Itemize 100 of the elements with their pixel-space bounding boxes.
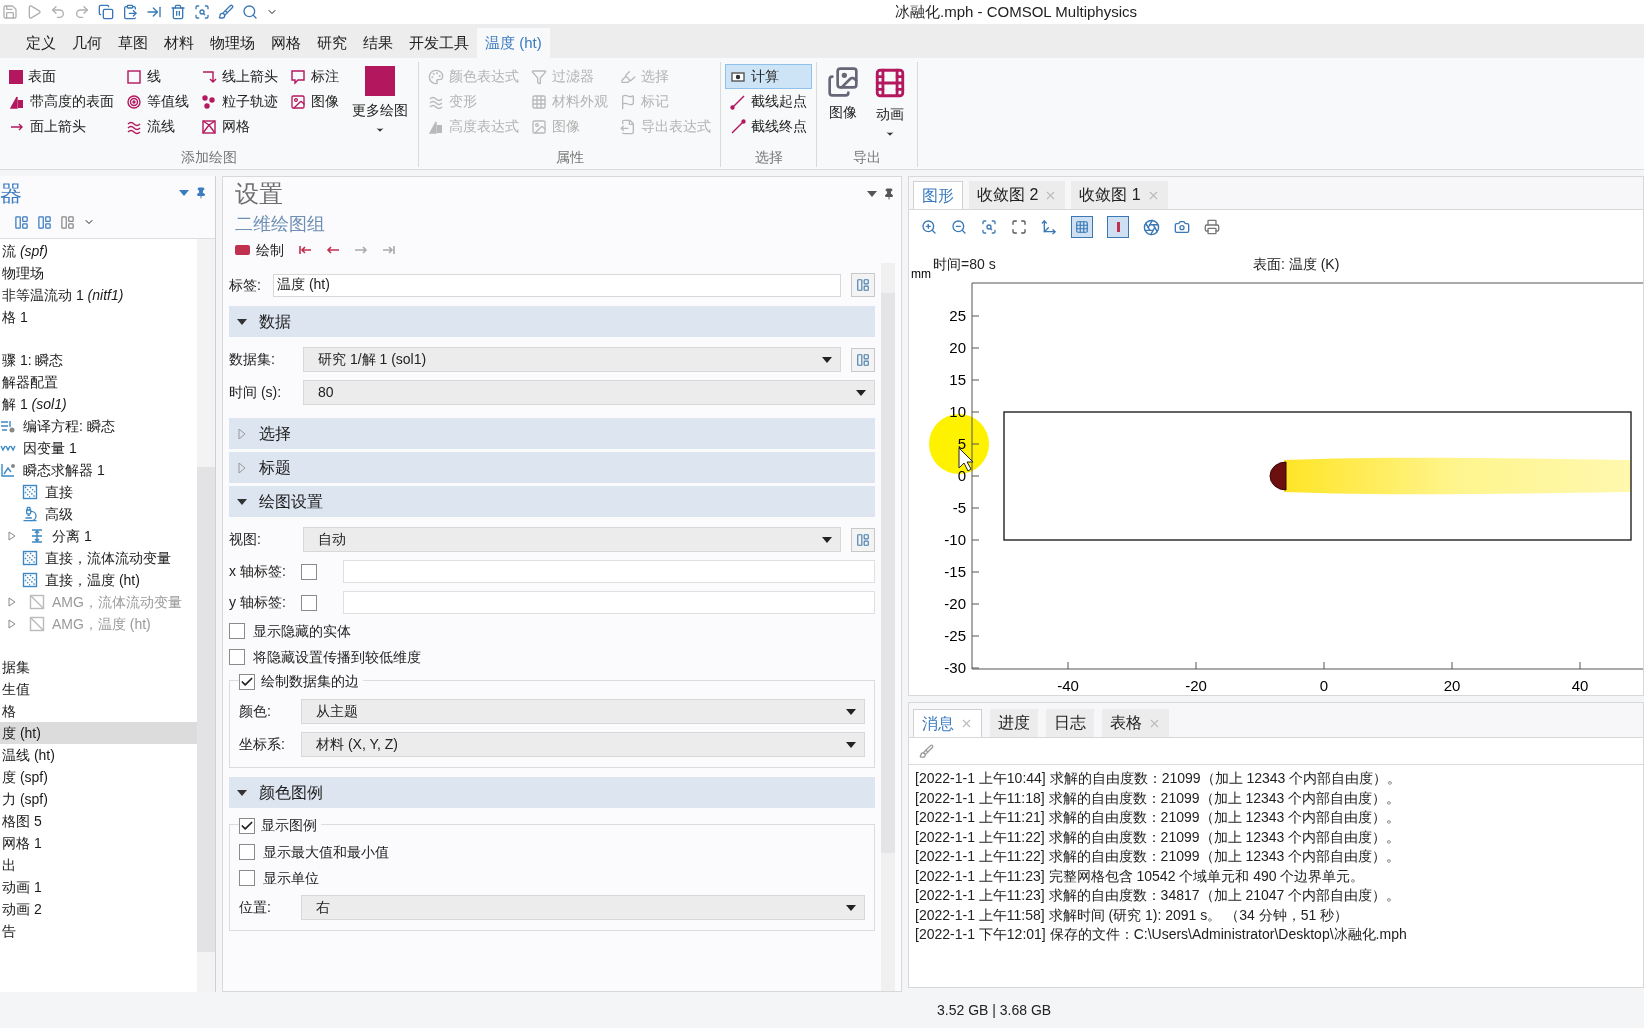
toolbar-icon[interactable]	[170, 4, 186, 20]
tree-item[interactable]: 告	[0, 920, 197, 942]
tree-item[interactable]: 生值	[0, 678, 197, 700]
toolbar-icon[interactable]	[98, 4, 114, 20]
dropdown[interactable]: 研究 1/解 1 (sol1)	[303, 347, 841, 372]
toolbar-icon[interactable]	[2, 4, 18, 20]
camera-icon[interactable]	[1174, 219, 1190, 235]
zoom-box-icon[interactable]	[981, 219, 997, 235]
ribbon-button[interactable]: 动画	[867, 64, 913, 147]
tab[interactable]: 图形	[913, 181, 963, 209]
scrollbar[interactable]	[881, 263, 895, 991]
toolbar-icon[interactable]	[14, 214, 29, 230]
tree-item[interactable]: 直接，温度 (ht)	[0, 569, 197, 591]
checkbox[interactable]	[239, 673, 255, 690]
expand-arrow-icon[interactable]	[237, 428, 247, 439]
menu-tab[interactable]: 温度 (ht)	[477, 28, 550, 58]
tab[interactable]: 表格	[1102, 709, 1169, 737]
collapse-arrow-icon[interactable]	[237, 316, 247, 327]
tree-item[interactable]: 动画 1	[0, 876, 197, 898]
tree-item[interactable]: 度 (ht)	[0, 722, 197, 744]
tree-item[interactable]: 力 (spf)	[0, 788, 197, 810]
tree-item[interactable]: 分离 1	[0, 525, 197, 547]
dropdown[interactable]: 自动	[303, 527, 841, 552]
section-header[interactable]: 绘图设置	[229, 486, 875, 517]
checkbox[interactable]	[229, 623, 245, 639]
menu-tab[interactable]: 物理场	[202, 28, 263, 58]
toolbar-icon[interactable]	[60, 214, 75, 230]
menu-tab[interactable]: 结果	[355, 28, 401, 58]
pin-icon[interactable]	[883, 188, 895, 200]
checkbox[interactable]	[239, 870, 255, 886]
input-field[interactable]	[343, 591, 875, 614]
toolbar-icon[interactable]	[37, 214, 52, 230]
checkbox[interactable]	[239, 844, 255, 860]
collapse-arrow-icon[interactable]	[237, 496, 247, 507]
toolbar-icon[interactable]	[122, 4, 138, 20]
ribbon-button[interactable]: 等值线	[121, 89, 194, 114]
section-header[interactable]: 标题	[229, 452, 875, 483]
ribbon-button[interactable]: 截线终点	[725, 114, 812, 139]
legend-toggle[interactable]	[1107, 216, 1129, 238]
section-header[interactable]: 选择	[229, 418, 875, 449]
toolbar-icon[interactable]	[50, 4, 66, 20]
zoom-in-icon[interactable]	[921, 219, 937, 235]
tree-item[interactable]: 格	[0, 700, 197, 722]
ribbon-button[interactable]: 带高度的表面	[4, 89, 119, 114]
tree-item[interactable]: 瞬态求解器 1	[0, 459, 197, 481]
tree-item[interactable]: 直接，流体流动变量	[0, 547, 197, 569]
toolbar-icon[interactable]	[74, 4, 90, 20]
scrollbar[interactable]	[197, 239, 215, 992]
ribbon-button[interactable]: 线上箭头	[196, 64, 283, 89]
grid-toggle[interactable]	[1071, 216, 1093, 238]
tree-item[interactable]: 因变量 1	[0, 437, 197, 459]
menu-tab[interactable]: 网格	[263, 28, 309, 58]
ribbon-button[interactable]: 表面	[4, 64, 119, 89]
dropdown[interactable]: 从主题	[301, 699, 865, 724]
dropdown[interactable]: 80	[303, 380, 875, 405]
toolbar-icon[interactable]	[26, 4, 42, 20]
tab[interactable]: 消息	[913, 709, 982, 737]
expand-arrow-icon[interactable]	[237, 462, 247, 473]
ribbon-button[interactable]: 网格	[196, 114, 283, 139]
toolbar-icon[interactable]	[242, 4, 258, 20]
dropdown[interactable]: 右	[301, 895, 865, 920]
tree-item[interactable]: 物理场	[0, 262, 197, 284]
tree-item[interactable]: 非等温流动 1 (nitf1)	[0, 284, 197, 306]
arrow-icon[interactable]	[326, 245, 340, 255]
ribbon-button[interactable]: 标注	[285, 64, 344, 89]
toolbar-icon[interactable]	[194, 4, 210, 20]
menu-tab[interactable]: 研究	[309, 28, 355, 58]
tree-item[interactable]: 解器配置	[0, 371, 197, 393]
menu-tab[interactable]: 草图	[110, 28, 156, 58]
plot-button[interactable]: 绘制	[235, 239, 284, 261]
toolbar-icon[interactable]	[218, 4, 234, 20]
ribbon-button[interactable]: 截线起点	[725, 89, 812, 114]
ribbon-button[interactable]: 粒子轨迹	[196, 89, 283, 114]
collapse-arrow-icon[interactable]	[237, 787, 247, 798]
checkbox[interactable]	[301, 563, 317, 580]
tree-item[interactable]: 解 1 (sol1)	[0, 393, 197, 415]
settings-button[interactable]	[851, 273, 875, 297]
ribbon-button[interactable]: 图像	[821, 64, 865, 147]
tree-item[interactable]: 骤 1: 瞬态	[0, 349, 197, 371]
menu-tab[interactable]: 开发工具	[401, 28, 477, 58]
caret-icon[interactable]	[179, 190, 189, 196]
tree-item[interactable]: 度 (spf)	[0, 766, 197, 788]
expand-arrow-icon[interactable]	[8, 531, 16, 541]
tree-item[interactable]: 格 1	[0, 306, 197, 328]
menu-tab[interactable]: 材料	[156, 28, 202, 58]
arrow-icon[interactable]	[298, 245, 312, 255]
ribbon-button[interactable]: 图像	[285, 89, 344, 114]
checkbox[interactable]	[239, 817, 255, 834]
tree-item[interactable]: 网格 1	[0, 832, 197, 854]
ribbon-button[interactable]: 流线	[121, 114, 194, 139]
toolbar-icon[interactable]	[146, 4, 162, 20]
tree-item[interactable]: 格图 5	[0, 810, 197, 832]
tree-item[interactable]: 编译方程: 瞬态	[0, 415, 197, 437]
ribbon-button[interactable]: 线	[121, 64, 194, 89]
tree-item[interactable]: 动画 2	[0, 898, 197, 920]
settings-button[interactable]	[851, 347, 875, 372]
dropdown[interactable]: 材料 (X, Y, Z)	[301, 732, 865, 757]
tree-item[interactable]: 直接	[0, 481, 197, 503]
ribbon-button[interactable]: 面上箭头	[4, 114, 119, 139]
tree-item[interactable]: 高级	[0, 503, 197, 525]
